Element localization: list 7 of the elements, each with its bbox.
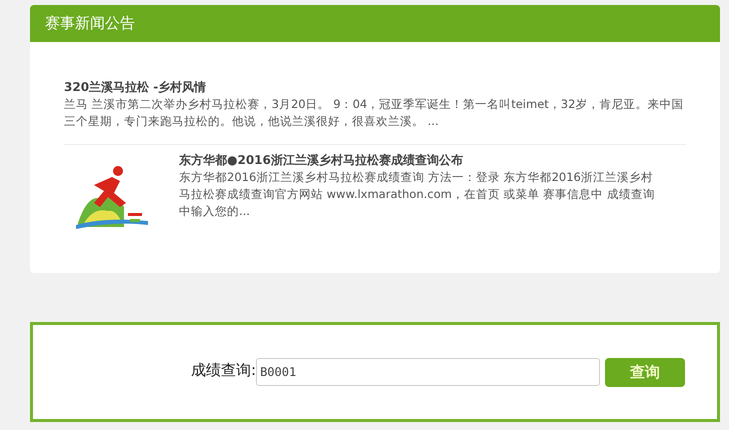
news-summary: 兰马 兰溪市第二次举办乡村马拉松赛，3月20日。 9：04，冠亚季军诞生！第一名叫teimet，32岁，肯尼亚。来中国三个星期，专门来跑马拉松的。他说，他说兰溪很好，很喜欢兰溪。 ... — [64, 96, 684, 130]
query-input[interactable]: B0001 — [256, 358, 600, 386]
query-label: 成绩查询: — [191, 360, 256, 381]
panel-title: 赛事新闻公告 — [45, 13, 135, 34]
news-title[interactable]: 东方华都●2016浙江兰溪乡村马拉松赛成绩查询公布 — [179, 151, 656, 169]
news-title[interactable]: 320兰溪马拉松 -乡村风情 — [64, 78, 686, 96]
news-summary: 东方华都2016浙江兰溪乡村马拉松赛成绩查询 方法一：登录 东方华都2016浙江兰溪乡村马拉松赛成绩查询官方网站 www.lxmarathon.com，在首页 或菜单 赛事信息中 成绩查询中输入您的... — [179, 169, 656, 220]
